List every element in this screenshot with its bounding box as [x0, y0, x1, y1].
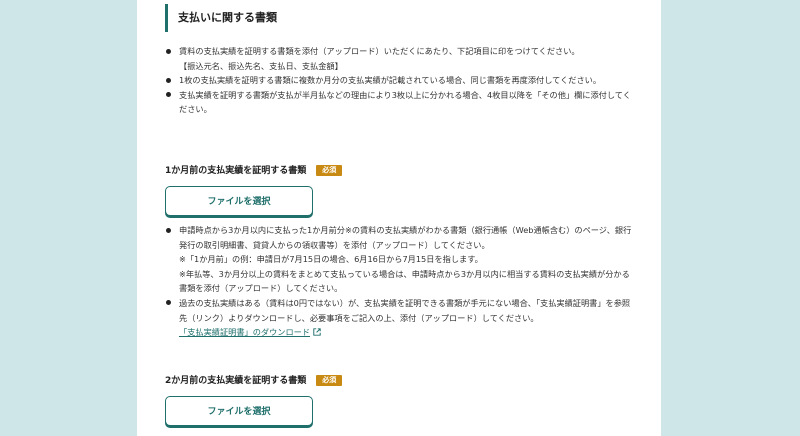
section-heading: 支払いに関する書類: [165, 4, 277, 32]
required-badge: 必須: [316, 165, 343, 176]
bullet-note: ※年払等、3か月分以上の賃料をまとめて支払っている場合は、申請時点から3か月以内…: [179, 268, 630, 294]
list-item: 申請時点から3か月以内に支払った1か月前分※の賃料の支払実績がわかる書類（銀行通…: [165, 223, 635, 296]
external-link-icon: [313, 328, 321, 336]
list-item: 1枚の支払実績を証明する書類に複数か月分の支払実績が記載されている場合、同じ書類…: [165, 73, 635, 88]
item2-title-text: 2か月前の支払実績を証明する書類: [165, 376, 307, 386]
bullet-text: 1枚の支払実績を証明する書類に複数か月分の支払実績が記載されている場合、同じ書類…: [179, 75, 602, 86]
bullet-text: 申請時点から3か月以内に支払った1か月前分※の賃料の支払実績がわかる書類（銀行通…: [179, 225, 632, 250]
bullet-note: ※「1か月前」の例：申請日が7月15日の場合、6月16日から7月15日を指します…: [179, 254, 483, 265]
download-link-text: 「支払実績証明書」のダウンロード: [179, 327, 311, 338]
item1-bullet-list: 申請時点から3か月以内に支払った1か月前分※の賃料の支払実績がわかる書類（銀行通…: [165, 223, 635, 340]
content-panel: 支払いに関する書類 賃料の支払実績を証明する書類を添付（アップロード）いただくに…: [137, 0, 661, 436]
section-bullet-list: 賃料の支払実績を証明する書類を添付（アップロード）いただくにあたり、下記項目に印…: [165, 44, 635, 117]
item1-title-text: 1か月前の支払実績を証明する書類: [165, 166, 307, 176]
bullet-text: 過去の支払実績はある（賃料は0円ではない）が、支払実績を証明できる書類が手元にな…: [179, 297, 631, 323]
item2-file-select-button[interactable]: ファイルを選択: [165, 396, 313, 426]
required-badge: 必須: [316, 375, 343, 386]
list-item: 過去の支払実績はある（賃料は0円ではない）が、支払実績を証明できる書類が手元にな…: [165, 296, 635, 340]
item2-title: 2か月前の支払実績を証明する書類 必須: [165, 374, 343, 388]
list-item: 賃料の支払実績を証明する書類を添付（アップロード）いただくにあたり、下記項目に印…: [165, 44, 635, 73]
list-item: 支払実績を証明する書類が支払が半月払などの理由により3枚以上に分かれる場合、4枚…: [165, 88, 635, 117]
bullet-text: 支払実績を証明する書類が支払が半月払などの理由により3枚以上に分かれる場合、4枚…: [179, 89, 631, 115]
bullet-text: 賃料の支払実績を証明する書類を添付（アップロード）いただくにあたり、下記項目に印…: [179, 46, 580, 56]
item1-title: 1か月前の支払実績を証明する書類 必須: [165, 164, 343, 178]
download-link[interactable]: 「支払実績証明書」のダウンロード: [179, 325, 310, 340]
item1-file-select-button[interactable]: ファイルを選択: [165, 186, 313, 216]
bullet-note: 【振込元名、振込先名、支払日、支払金額】: [179, 60, 343, 71]
